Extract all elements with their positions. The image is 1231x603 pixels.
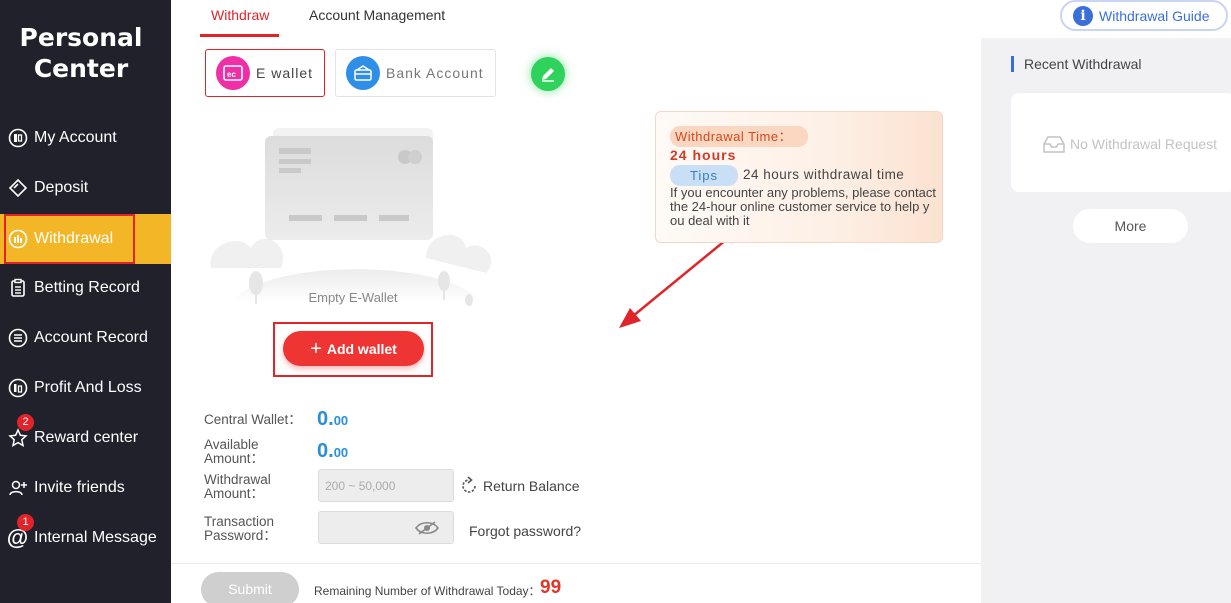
info-icon: i: [1073, 5, 1093, 26]
available-amount-value: 0.00: [317, 440, 349, 462]
withdraw-panel: ec E wallet Bank Account Empty E-Wallet …: [171, 38, 981, 603]
no-withdrawal-message: No Withdrawal Request: [1043, 135, 1217, 153]
sidebar-item-account-record[interactable]: Account Record: [0, 313, 171, 363]
account-icon: [7, 128, 28, 149]
withdrawal-tips-box: Withdrawal Time： 24 hours Tips 24 hours …: [655, 111, 943, 243]
transaction-password-input[interactable]: [318, 511, 454, 544]
refresh-icon: [462, 476, 476, 493]
svg-text:ec: ec: [227, 70, 236, 79]
sidebar-title: Personal Center: [19, 23, 143, 83]
sidebar: Personal Center My Account Deposit Withd…: [0, 0, 171, 603]
submit-button[interactable]: Submit: [201, 572, 299, 603]
edit-button[interactable]: [531, 57, 565, 91]
bank-account-tab[interactable]: Bank Account: [335, 49, 496, 97]
recent-withdrawal-title: Recent Withdrawal: [1024, 56, 1142, 72]
sidebar-item-label: Invite friends: [34, 479, 125, 496]
sidebar-item-label: Deposit: [34, 179, 89, 196]
remaining-withdrawals-label: Remaining Number of Withdrawal Today：: [314, 584, 541, 598]
remaining-withdrawals-count: 99: [540, 577, 562, 598]
notification-badge: 2: [17, 414, 34, 431]
active-tab-indicator: [200, 34, 279, 37]
central-wallet-label: Central Wallet：: [204, 412, 302, 427]
forgot-password-link[interactable]: Forgot password?: [469, 523, 581, 539]
notification-badge: 1: [17, 514, 34, 531]
add-wallet-button[interactable]: + Add wallet: [283, 331, 424, 366]
section-marker: [1011, 56, 1014, 72]
more-button[interactable]: More: [1073, 209, 1188, 243]
withdrawal-highlight-box: [4, 214, 135, 264]
ewallet-tab-label: E wallet: [256, 65, 314, 81]
invite-icon: [7, 478, 28, 499]
central-wallet-value: 0.00: [317, 408, 349, 430]
transaction-password-label: Transaction Password：: [204, 514, 277, 543]
help-text: If you encounter any problems, please co…: [670, 185, 936, 228]
sidebar-item-label: Profit And Loss: [34, 379, 142, 396]
empty-wallet-illustration: [210, 128, 492, 306]
sidebar-item-label: Reward center: [34, 429, 139, 446]
ewallet-tab[interactable]: ec E wallet: [205, 49, 325, 97]
withdrawal-guide-label: Withdrawal Guide: [1099, 7, 1210, 24]
sidebar-item-invite-friends[interactable]: Invite friends: [0, 463, 171, 513]
tips-line: 24 hours withdrawal time: [743, 167, 905, 182]
deposit-icon: [7, 178, 28, 199]
ewallet-icon: ec: [216, 56, 250, 90]
bank-account-tab-label: Bank Account: [386, 65, 484, 81]
add-wallet-label: Add wallet: [326, 340, 397, 357]
recent-withdrawal-panel: Recent Withdrawal No Withdrawal Request …: [981, 38, 1231, 603]
list-icon: [7, 328, 28, 349]
withdrawal-amount-input[interactable]: 200 ~ 50,000: [318, 469, 454, 502]
withdrawal-time-label: Withdrawal Time：: [670, 126, 809, 147]
sidebar-item-my-account[interactable]: My Account: [0, 113, 171, 163]
tab-account-management[interactable]: Account Management: [309, 0, 445, 38]
withdrawal-time-value: 24 hours: [670, 147, 737, 163]
footer-divider: [171, 563, 981, 564]
withdrawal-amount-label: Withdrawal Amount：: [204, 472, 271, 501]
sidebar-item-label: Internal Message: [34, 529, 157, 546]
profit-icon: [7, 378, 28, 399]
sidebar-item-reward-center[interactable]: Reward center 2: [0, 413, 171, 463]
inbox-icon: [1043, 136, 1065, 153]
recent-withdrawal-card: No Withdrawal Request: [1011, 93, 1231, 192]
return-balance-button[interactable]: Return Balance: [459, 476, 580, 496]
sidebar-item-label: Betting Record: [34, 279, 140, 296]
bank-card-icon: [346, 56, 380, 90]
plus-icon: +: [310, 337, 322, 360]
sidebar-item-profit-and-loss[interactable]: Profit And Loss: [0, 363, 171, 413]
sidebar-item-deposit[interactable]: Deposit: [0, 163, 171, 213]
sidebar-item-betting-record[interactable]: Betting Record: [0, 263, 171, 313]
sidebar-item-label: Account Record: [34, 329, 148, 346]
return-balance-label: Return Balance: [483, 478, 580, 494]
withdrawal-guide-button[interactable]: i Withdrawal Guide: [1060, 0, 1228, 31]
sidebar-item-label: My Account: [34, 129, 117, 146]
hide-password-icon[interactable]: [415, 520, 439, 539]
pencil-icon: [542, 68, 554, 82]
clipboard-icon: [7, 278, 28, 299]
tips-label: Tips: [670, 165, 738, 186]
tab-withdraw[interactable]: Withdraw: [211, 0, 269, 38]
sidebar-item-internal-message[interactable]: @ Internal Message 1: [0, 513, 171, 563]
available-amount-label: Available Amount：: [204, 437, 265, 466]
empty-wallet-label: Empty E-Wallet: [308, 290, 398, 305]
